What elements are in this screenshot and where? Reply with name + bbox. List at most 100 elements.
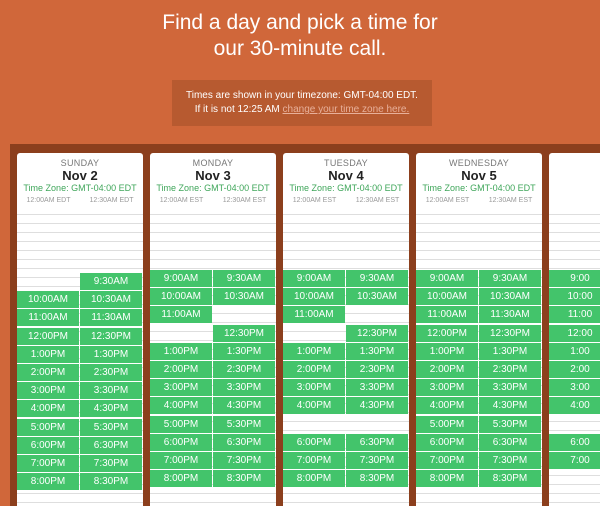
time-slot-button[interactable]: 1:30PM [80,345,142,363]
time-slot-button[interactable]: 7:30PM [213,452,275,469]
time-slot-button[interactable]: 4:00PM [150,397,212,415]
time-slot-button[interactable]: 1:00PM [150,342,212,360]
time-slot-button[interactable]: 12:30PM [80,327,142,345]
time-slot-button[interactable]: 2:30PM [213,361,275,378]
time-slot-button[interactable]: 6:00PM [283,433,345,451]
time-slot-button[interactable]: 7:00PM [150,452,212,469]
time-slot-button[interactable]: 7:00PM [17,455,79,472]
time-slot-button[interactable]: 6:30PM [346,433,408,451]
time-slot-button[interactable]: 1:00PM [17,345,79,363]
time-slot-button[interactable]: 3:00PM [283,379,345,397]
time-slot-button[interactable]: 12:00PM [17,327,79,345]
time-slot-button[interactable]: 7:30PM [479,452,541,469]
time-slot-button[interactable]: 10:30AM [479,288,541,306]
time-slot-button[interactable]: 1:00PM [416,342,478,360]
time-slot-button[interactable]: 3:30PM [346,379,408,397]
time-slot-button[interactable]: 9:30AM [213,270,275,287]
time-slot-button[interactable]: 10:00AM [416,288,478,306]
time-slot-button[interactable]: 1:30PM [346,342,408,360]
time-slot-button[interactable]: 12:00 [549,324,600,342]
time-slot-button[interactable]: 4:00 [549,397,600,415]
time-slot-button[interactable]: 9:30AM [346,270,408,287]
time-slot-button[interactable]: 8:00PM [283,470,345,488]
time-slot-button[interactable]: 6:00PM [17,436,79,454]
time-slot-button[interactable]: 2:00PM [150,361,212,378]
time-slot-button[interactable]: 11:00 [549,306,600,324]
time-slot-button[interactable]: 11:00AM [17,309,79,327]
time-slot-button[interactable]: 6:00PM [416,433,478,451]
time-slot-button[interactable]: 11:30AM [80,309,142,327]
time-slot-button[interactable]: 4:00PM [283,397,345,415]
time-slot-button[interactable]: 2:30PM [80,364,142,381]
time-slot-button[interactable]: 1:00 [549,342,600,360]
time-slot-button[interactable]: 9:00AM [283,270,345,287]
time-slot-button[interactable]: 3:00PM [150,379,212,397]
time-slot-button[interactable]: 12:30PM [346,324,408,342]
time-slot-button[interactable]: 9:00AM [150,270,212,287]
time-slot-button[interactable]: 4:00PM [17,400,79,418]
time-slot-button[interactable]: 11:00AM [416,306,478,324]
time-slot-button[interactable]: 6:00PM [150,433,212,451]
time-slot-button[interactable]: 9:00AM [416,270,478,287]
time-slot-button[interactable]: 2:00PM [416,361,478,378]
time-slot-button[interactable]: 10:00AM [150,288,212,306]
time-slot-button[interactable]: 8:30PM [479,470,541,488]
time-slot-button[interactable]: 7:00PM [283,452,345,469]
time-slot-button[interactable]: 6:00 [549,433,600,451]
time-slot-button[interactable]: 3:30PM [479,379,541,397]
time-slot-button[interactable]: 6:30PM [213,433,275,451]
time-slot-button[interactable]: 10:30AM [346,288,408,306]
time-slot-button[interactable]: 5:00PM [416,415,478,433]
time-slot-button[interactable]: 5:30PM [479,415,541,433]
time-slot-button[interactable]: 4:30PM [346,397,408,415]
time-slot-button[interactable]: 12:00PM [416,324,478,342]
time-slot-button[interactable]: 3:00PM [17,382,79,400]
time-slot-button[interactable]: 2:00PM [17,364,79,381]
time-slot-button[interactable]: 1:30PM [213,342,275,360]
time-slot-button[interactable]: 2:30PM [479,361,541,378]
time-slot-button[interactable]: 4:30PM [213,397,275,415]
time-slot-button[interactable]: 3:30PM [80,382,142,400]
time-slot-button[interactable]: 10:30AM [213,288,275,306]
time-slot-button[interactable]: 7:00PM [416,452,478,469]
time-slot-button[interactable]: 8:30PM [346,470,408,488]
time-slot-button[interactable]: 11:30AM [479,306,541,324]
time-slot-button[interactable]: 2:00PM [283,361,345,378]
time-slot-button[interactable]: 5:30PM [213,415,275,433]
time-slot-button[interactable]: 6:30PM [479,433,541,451]
time-slot-button[interactable]: 3:30PM [213,379,275,397]
time-slot-button[interactable]: 11:00AM [150,306,212,324]
time-slot-button[interactable]: 2:30PM [346,361,408,378]
change-timezone-link[interactable]: change your time zone here. [283,104,410,115]
time-slot-button[interactable]: 7:30PM [80,455,142,472]
time-slot-button[interactable]: 12:30PM [213,324,275,342]
time-slot-button[interactable]: 8:00PM [17,473,79,491]
time-slot-button[interactable]: 6:30PM [80,436,142,454]
time-slot-button[interactable]: 11:00AM [283,306,345,324]
time-slot-button[interactable]: 3:00 [549,379,600,397]
time-slot-button[interactable]: 1:00PM [283,342,345,360]
time-slot-button[interactable]: 4:00PM [416,397,478,415]
time-slot-button[interactable]: 3:00PM [416,379,478,397]
time-slot-button[interactable]: 9:30AM [80,273,142,290]
time-slot-button[interactable]: 9:00 [549,270,600,287]
time-slot-button[interactable]: 1:30PM [479,342,541,360]
time-slot-button[interactable]: 10:00 [549,288,600,306]
time-slot-button[interactable]: 5:00PM [150,415,212,433]
time-slot-button[interactable]: 7:30PM [346,452,408,469]
time-slot-button[interactable]: 5:30PM [80,418,142,436]
time-slot-button[interactable]: 2:00 [549,361,600,378]
time-slot-button[interactable]: 8:00PM [150,470,212,488]
time-slot-button[interactable]: 10:30AM [80,291,142,309]
time-slot-button[interactable]: 8:30PM [80,473,142,491]
time-slot-button[interactable]: 9:30AM [479,270,541,287]
time-slot-button[interactable]: 7:00 [549,452,600,469]
time-slot-button[interactable]: 5:00PM [17,418,79,436]
time-slot-button[interactable]: 8:30PM [213,470,275,488]
time-slot-button[interactable]: 12:30PM [479,324,541,342]
time-slot-button[interactable]: 4:30PM [80,400,142,418]
time-slot-button[interactable]: 8:00PM [416,470,478,488]
time-slot-button[interactable]: 10:00AM [283,288,345,306]
time-slot-button[interactable]: 10:00AM [17,291,79,309]
time-slot-button[interactable]: 4:30PM [479,397,541,415]
